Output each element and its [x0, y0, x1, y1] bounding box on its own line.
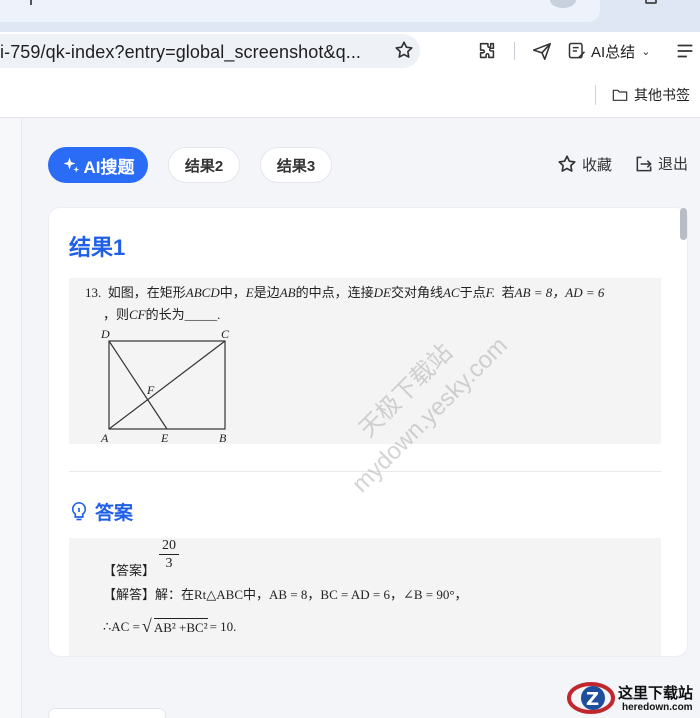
left-panel	[0, 119, 22, 718]
next-card-peek	[48, 708, 166, 718]
url-text[interactable]: i-759/qk-index?entry=global_screenshot&q…	[0, 42, 361, 63]
corner-site-logo: Z 这里下载站 heredown.com	[566, 678, 700, 718]
question-image: 13. 如图，在矩形ABCD中，E是边AB的中点，连接DE交对角线AC于点F. …	[69, 278, 661, 444]
q-text-part: 交对角线	[390, 285, 443, 300]
answer-image: 20 3 【答案】 【解答】解：在Rt△ABC中，AB = 8，BC = AD …	[69, 538, 661, 656]
answer-heading: 答案	[69, 498, 133, 525]
q-text-part: 的中点，连接	[295, 285, 374, 300]
rectangle-figure: D C F A E B	[100, 328, 230, 444]
q-text-part: 中，	[219, 285, 246, 300]
result-title: 结果1	[69, 235, 126, 260]
answer-fraction: 20 3	[159, 538, 179, 573]
browser-toolbar: i-759/qk-index?entry=global_screenshot&q…	[0, 32, 700, 72]
ai-search-label: AI搜题	[83, 157, 135, 177]
collect-button[interactable]: 收藏	[556, 153, 612, 175]
result-topbar: AI搜题 结果2 结果3 收藏 退出	[22, 119, 700, 209]
answer-label: 【答案】	[103, 563, 156, 578]
section-divider	[69, 471, 661, 472]
ai-search-button[interactable]: AI搜题	[48, 147, 148, 183]
tab-indicator	[30, 0, 32, 5]
ai-summary-button[interactable]: AI总结 ⌄	[567, 40, 650, 62]
svg-text:Z: Z	[586, 689, 599, 710]
question-line-1: 13. 如图，在矩形ABCD中，E是边AB的中点，连接DE交对角线AC于点F. …	[85, 282, 604, 304]
q-math: AB	[279, 285, 296, 300]
label-e: E	[160, 431, 169, 444]
solution-line: 【解答】解：在Rt△ABC中，AB = 8，BC = AD = 6，∠B = 9…	[103, 587, 468, 602]
window-restore-icon[interactable]	[645, 0, 657, 4]
send-icon[interactable]	[531, 40, 553, 62]
z-logo-icon: Z	[567, 682, 615, 714]
collect-label: 收藏	[582, 156, 613, 174]
document-edit-icon	[568, 42, 586, 59]
logo-title: 这里下载站	[618, 684, 694, 702]
q-text-part: 是边	[253, 285, 280, 300]
q-text-part: 的长为_____.	[145, 307, 221, 322]
menu-icon[interactable]	[674, 40, 696, 62]
star-icon	[558, 155, 576, 172]
scrollbar-thumb[interactable]	[680, 208, 687, 240]
tab-strip	[0, 0, 700, 32]
tab-result-3[interactable]: 结果3	[260, 147, 332, 183]
tab-result-2[interactable]: 结果2	[168, 147, 240, 183]
question-number: 13.	[85, 285, 102, 300]
q-math: DE	[373, 285, 391, 300]
exit-button[interactable]: 退出	[634, 153, 688, 174]
q-text-part: 若	[501, 285, 515, 300]
q-text-part: 于点	[459, 285, 486, 300]
active-tab[interactable]	[0, 0, 600, 22]
q-math: CF	[129, 307, 146, 322]
lightbulb-icon	[71, 501, 87, 520]
sqrt-symbol: √	[141, 616, 152, 636]
ac-suffix: = 10.	[209, 618, 237, 634]
exit-icon	[636, 156, 652, 171]
folder-icon	[612, 89, 628, 101]
q-math: ABCD	[185, 285, 220, 300]
bookmark-star-icon[interactable]	[393, 39, 415, 61]
ac-sqrt-content: AB² +BC²	[153, 617, 208, 635]
bookmarks-divider	[595, 85, 596, 105]
other-bookmarks-folder[interactable]: 其他书签	[612, 85, 690, 105]
toolbar-divider	[514, 42, 515, 60]
ai-summary-label: AI总结	[591, 43, 636, 61]
label-f: F	[146, 383, 155, 397]
q-math: E	[245, 285, 254, 300]
chevron-down-icon: ⌄	[641, 45, 651, 58]
label-d: D	[100, 328, 110, 341]
address-bar[interactable]: i-759/qk-index?entry=global_screenshot&q…	[0, 34, 420, 68]
fraction-denominator: 3	[165, 556, 173, 571]
bookmarks-bar: 其他书签	[0, 72, 700, 118]
q-math: AC	[442, 285, 460, 300]
exit-label: 退出	[658, 156, 689, 173]
answer-heading-label: 答案	[95, 503, 134, 524]
label-b: B	[219, 431, 227, 444]
q-math: F.	[485, 285, 496, 300]
label-a: A	[100, 431, 109, 444]
q-text-part: ，则	[103, 307, 130, 322]
sparkle-icon	[63, 157, 79, 173]
fraction-numerator: 20	[159, 538, 179, 555]
label-c: C	[221, 328, 230, 341]
q-text-part: 如图，在矩形	[107, 285, 186, 300]
other-bookmarks-label: 其他书签	[634, 87, 690, 103]
result-card: 结果1 13. 如图，在矩形ABCD中，E是边AB的中点，连接DE交对角线AC于…	[48, 207, 688, 657]
q-math: AB = 8，	[514, 285, 566, 300]
question-line-2: ，则CF的长为_____.	[103, 304, 220, 326]
q-math: AD = 6	[565, 285, 605, 300]
logo-domain: heredown.com	[622, 702, 693, 713]
extensions-icon[interactable]	[476, 40, 498, 62]
ac-equation: ∴AC = √ AB² +BC² = 10.	[103, 616, 236, 637]
ac-prefix: ∴AC =	[103, 618, 140, 634]
